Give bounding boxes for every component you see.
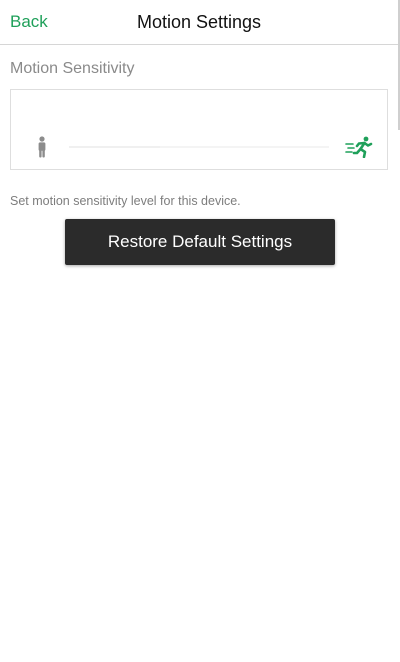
navigation-bar: Back Motion Settings [0, 0, 398, 45]
walking-person-icon [38, 136, 46, 158]
running-person-icon [345, 136, 373, 158]
sensitivity-slider[interactable] [69, 140, 329, 154]
slider-fill [69, 146, 160, 148]
sensitivity-description: Set motion sensitivity level for this de… [10, 194, 241, 208]
motion-sensitivity-heading: Motion Sensitivity [10, 60, 135, 77]
restore-defaults-button[interactable]: Restore Default Settings [65, 219, 335, 265]
sensitivity-slider-card [10, 89, 388, 170]
motion-settings-screen: Back Motion Settings Motion Sensitivity [0, 0, 400, 662]
page-title: Motion Settings [136, 12, 262, 32]
